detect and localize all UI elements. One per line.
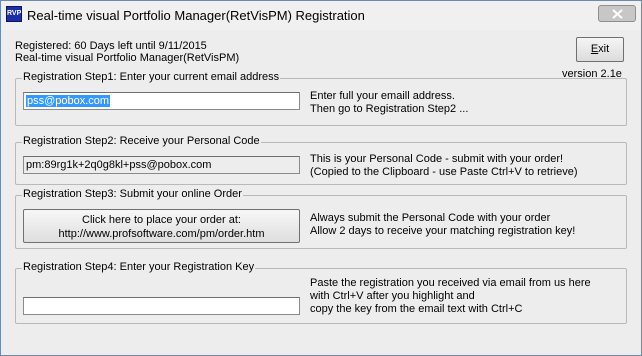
step1-note-1: Enter full your emaill address. — [310, 90, 455, 102]
dialog-body: Registered: 60 Days left until 9/11/2015… — [8, 30, 634, 350]
close-button[interactable] — [598, 5, 636, 22]
order-button-line-1: Click here to place your order at: — [82, 214, 241, 226]
step2-note-2: (Copied to the Clipboard - use Paste Ctr… — [310, 166, 578, 178]
app-icon: RVP — [6, 6, 22, 22]
step1-legend: Registration Step1: Enter your current e… — [22, 71, 281, 83]
personal-code-field[interactable]: pm:89rg1k+2q0g8kl+pss@pobox.com — [23, 156, 300, 174]
step4-legend: Registration Step4: Enter your Registrat… — [22, 261, 256, 273]
step2-group: Registration Step2: Receive your Persona… — [15, 135, 627, 185]
registration-status: Registered: 60 Days left until 9/11/2015 — [15, 40, 207, 52]
exit-button[interactable]: Exit — [576, 37, 624, 62]
title-bar[interactable]: RVP Real-time visual Portfolio Manager(R… — [1, 1, 641, 30]
step4-group: Registration Step4: Enter your Registrat… — [15, 261, 627, 324]
place-order-button[interactable]: Click here to place your order at: http:… — [23, 209, 300, 243]
step4-note-2: with Ctrl+V after you highlight and — [310, 290, 475, 302]
email-field[interactable]: pss@pobox.com — [23, 92, 300, 110]
step4-note-1: Paste the registration you received via … — [310, 277, 591, 289]
step1-note-2: Then go to Registration Step2 ... — [310, 103, 469, 115]
registration-window: RVP Real-time visual Portfolio Manager(R… — [0, 0, 642, 356]
step3-group: Registration Step3: Submit your online O… — [15, 188, 627, 249]
step2-note-1: This is your Personal Code - submit with… — [310, 153, 564, 165]
order-button-url: http://www.profsoftware.com/pm/order.htm — [58, 228, 265, 240]
close-icon — [612, 9, 623, 19]
step3-note-2: Allow 2 days to receive your matching re… — [310, 225, 576, 237]
step3-note-1: Always submit the Personal Code with you… — [310, 212, 551, 224]
step4-note-3: copy the key from the email text with Ct… — [310, 303, 523, 315]
product-name: Real-time visual Portfolio Manager(RetVi… — [15, 52, 240, 64]
exit-label: xit — [598, 43, 610, 55]
email-value: pss@pobox.com — [26, 95, 111, 107]
registration-key-field[interactable] — [23, 297, 300, 315]
step1-group: Registration Step1: Enter your current e… — [15, 71, 627, 126]
step2-legend: Registration Step2: Receive your Persona… — [22, 135, 261, 147]
step3-legend: Registration Step3: Submit your online O… — [22, 188, 243, 200]
window-title: Real-time visual Portfolio Manager(RetVi… — [27, 8, 365, 23]
